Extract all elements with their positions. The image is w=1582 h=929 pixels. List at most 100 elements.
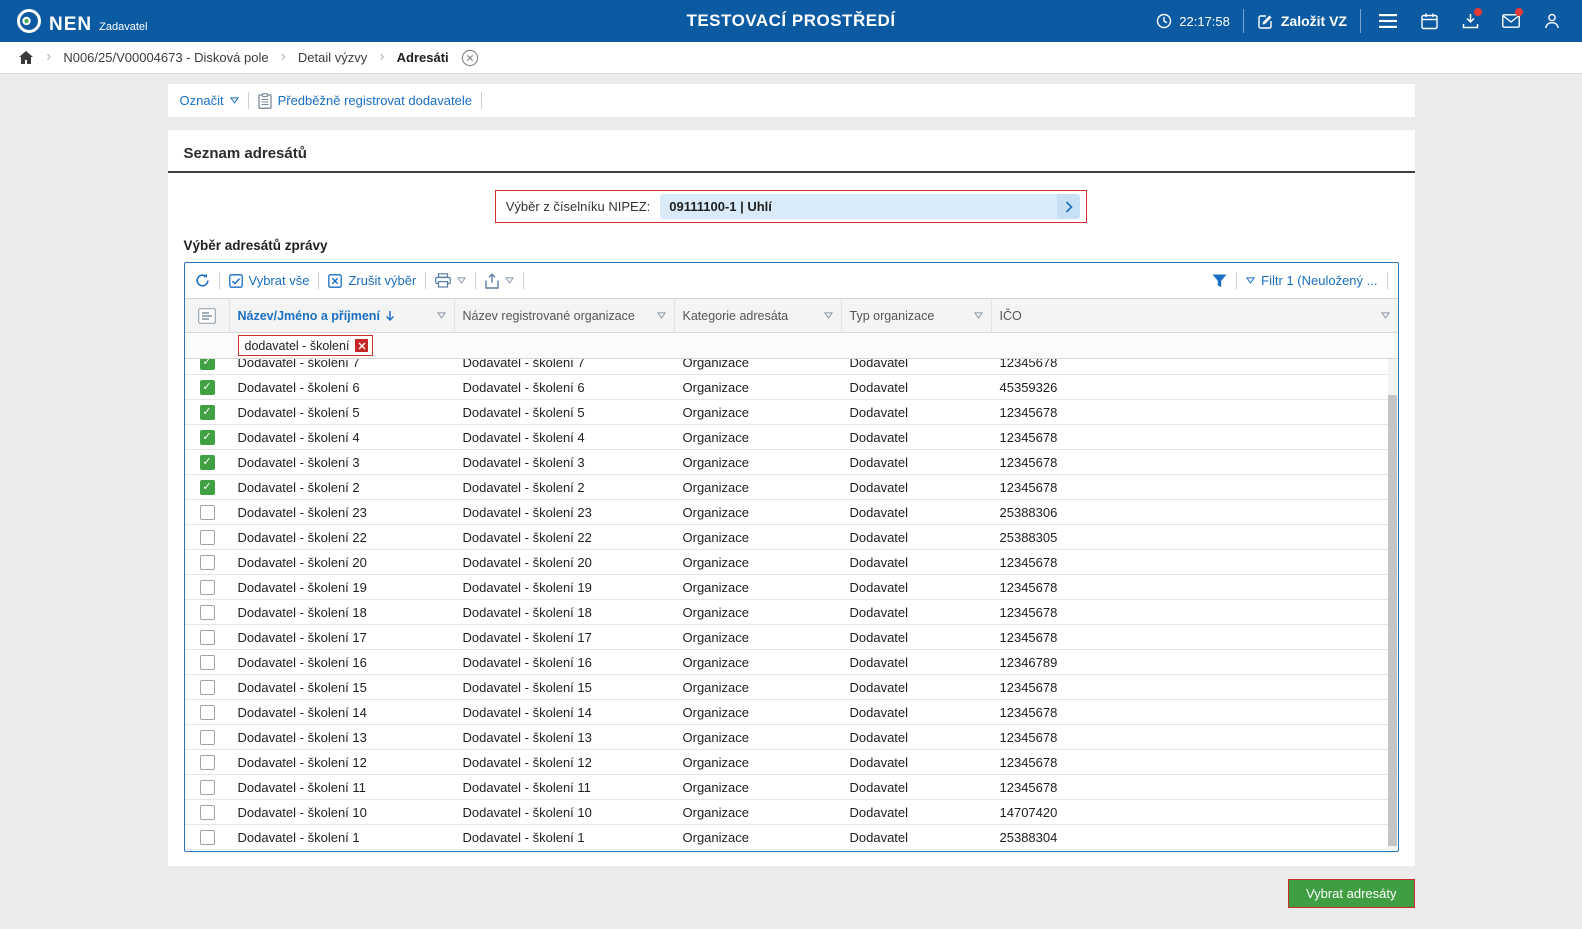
nipez-open-button[interactable] xyxy=(1057,194,1081,219)
cell-registered-org: Dodavatel - školení 12 xyxy=(462,754,592,770)
table-row[interactable]: Dodavatel - školení 3 Dodavatel - školen… xyxy=(184,450,1398,475)
breadcrumb-item-detail[interactable]: Detail výzvy xyxy=(298,50,367,65)
row-checkbox[interactable] xyxy=(199,729,215,745)
calendar-icon xyxy=(1420,13,1438,29)
table-row[interactable]: Dodavatel - školení 13 Dodavatel - škole… xyxy=(184,725,1398,750)
row-checkbox[interactable] xyxy=(199,679,215,695)
row-checkbox[interactable] xyxy=(199,454,215,470)
column-filter-button[interactable] xyxy=(1380,312,1390,319)
filter-button[interactable] xyxy=(1212,274,1227,288)
column-header-category[interactable]: Kategorie adresáta xyxy=(675,299,842,332)
column-header-name[interactable]: Název/Jméno a příjmení xyxy=(230,299,455,332)
clear-selection-label: Zrušit výběr xyxy=(348,273,417,288)
refresh-button[interactable] xyxy=(195,273,210,288)
breadcrumb-item-contract[interactable]: N006/25/V00004673 - Disková pole xyxy=(63,50,268,65)
sort-desc-icon xyxy=(385,310,394,321)
table-row[interactable]: Dodavatel - školení 15 Dodavatel - škole… xyxy=(184,675,1398,700)
row-checkbox[interactable] xyxy=(199,379,215,395)
preregister-suppliers-button[interactable]: Předběžně registrovat dodavatele xyxy=(257,92,472,109)
table-row[interactable]: Dodavatel - školení 4 Dodavatel - školen… xyxy=(184,425,1398,450)
row-checkbox[interactable] xyxy=(199,504,215,520)
breadcrumb-item-adresati[interactable]: Adresáti xyxy=(397,50,449,65)
profile-button[interactable] xyxy=(1538,7,1566,35)
close-tab-button[interactable] xyxy=(461,49,479,67)
edit-icon xyxy=(1258,14,1272,29)
row-checkbox[interactable] xyxy=(199,804,215,820)
main-panel: Seznam adresátů Výběr z číselníku NIPEZ:… xyxy=(167,130,1415,866)
nen-logo[interactable]: NEN Zadavatel xyxy=(16,8,147,34)
table-row[interactable]: Dodavatel - školení 10 Dodavatel - škole… xyxy=(184,800,1398,825)
vertical-scrollbar[interactable] xyxy=(1387,359,1397,850)
mark-menu-button[interactable]: Označit xyxy=(180,93,239,108)
row-checkbox[interactable] xyxy=(199,629,215,645)
person-icon xyxy=(1545,13,1559,29)
table-row[interactable]: Dodavatel - školení 22 Dodavatel - škole… xyxy=(184,525,1398,550)
column-label: IČO xyxy=(999,308,1022,323)
row-checkbox[interactable] xyxy=(199,654,215,670)
selection-column-header[interactable] xyxy=(185,299,230,332)
nipez-input[interactable]: 09111100-1 | Uhlí xyxy=(660,194,1081,219)
cell-org-type: Dodavatel xyxy=(849,379,909,395)
row-checkbox[interactable] xyxy=(199,404,215,420)
row-checkbox[interactable] xyxy=(199,429,215,445)
table-row[interactable]: Dodavatel - školení 23 Dodavatel - škole… xyxy=(184,500,1398,525)
table-row[interactable]: Dodavatel - školení 17 Dodavatel - škole… xyxy=(184,625,1398,650)
cell-ico: 12345678 xyxy=(999,454,1058,470)
nipez-label: Výběr z číselníku NIPEZ: xyxy=(505,199,651,214)
row-checkbox[interactable] xyxy=(199,579,215,595)
table-row[interactable]: Dodavatel - školení 6 Dodavatel - školen… xyxy=(184,375,1398,400)
table-row[interactable]: Dodavatel - školení 20 Dodavatel - škole… xyxy=(184,550,1398,575)
select-all-button[interactable]: Vybrat vše xyxy=(228,273,309,288)
row-checkbox[interactable] xyxy=(199,829,215,845)
row-checkbox[interactable] xyxy=(199,754,215,770)
menu-button[interactable] xyxy=(1374,7,1402,35)
column-header-org[interactable]: Název registrované organizace xyxy=(455,299,675,332)
cell-ico: 12345678 xyxy=(999,779,1058,795)
table-row[interactable]: Dodavatel - školení 1 Dodavatel - školen… xyxy=(184,825,1398,850)
table-row[interactable]: Dodavatel - školení 19 Dodavatel - škole… xyxy=(184,575,1398,600)
name-filter-input[interactable]: dodavatel - školení xyxy=(237,335,374,356)
export-button[interactable] xyxy=(485,272,515,289)
table-row[interactable]: Dodavatel - školení 11 Dodavatel - škole… xyxy=(184,775,1398,800)
row-checkbox[interactable] xyxy=(199,529,215,545)
topbar: NEN Zadavatel TESTOVACÍ PROSTŘEDÍ 22:17:… xyxy=(0,0,1582,42)
create-vz-button[interactable]: Založit VZ xyxy=(1257,13,1347,30)
column-filter-button[interactable] xyxy=(656,312,666,319)
table-row[interactable]: Dodavatel - školení 7 Dodavatel - školen… xyxy=(184,359,1398,375)
row-checkbox[interactable] xyxy=(199,479,215,495)
cell-org-type: Dodavatel xyxy=(849,579,909,595)
nipez-value: 09111100-1 | Uhlí xyxy=(669,199,772,214)
table-row[interactable]: Dodavatel - školení 16 Dodavatel - škole… xyxy=(184,650,1398,675)
column-header-type[interactable]: Typ organizace xyxy=(842,299,992,332)
row-checkbox[interactable] xyxy=(199,359,215,370)
table-row[interactable]: Dodavatel - školení 18 Dodavatel - škole… xyxy=(184,600,1398,625)
cell-registered-org: Dodavatel - školení 23 xyxy=(462,504,592,520)
print-button[interactable] xyxy=(435,273,467,288)
filter-menu-button[interactable]: Filtr 1 (Neuložený ... xyxy=(1246,273,1378,288)
table-row[interactable]: Dodavatel - školení 14 Dodavatel - škole… xyxy=(184,700,1398,725)
table-row[interactable]: Dodavatel - školení 2 Dodavatel - školen… xyxy=(184,475,1398,500)
row-checkbox[interactable] xyxy=(199,604,215,620)
select-addressees-button[interactable]: Vybrat adresáty xyxy=(1287,879,1415,908)
home-button[interactable] xyxy=(18,50,34,65)
column-filter-button[interactable] xyxy=(436,312,446,319)
scrollbar-thumb[interactable] xyxy=(1387,395,1397,846)
calendar-button[interactable] xyxy=(1415,7,1443,35)
downloads-button[interactable] xyxy=(1456,7,1484,35)
row-checkbox[interactable] xyxy=(199,704,215,720)
chevron-right-icon xyxy=(1065,200,1073,213)
table-row[interactable]: Dodavatel - školení 5 Dodavatel - školen… xyxy=(184,400,1398,425)
column-filter-button[interactable] xyxy=(823,312,833,319)
row-checkbox[interactable] xyxy=(199,554,215,570)
remove-filter-button[interactable] xyxy=(355,339,369,352)
active-filter-label: Filtr 1 (Neuložený ... xyxy=(1261,273,1378,288)
cell-name: Dodavatel - školení 23 xyxy=(237,504,367,520)
messages-button[interactable] xyxy=(1497,7,1525,35)
table-row[interactable]: Dodavatel - školení 12 Dodavatel - škole… xyxy=(184,750,1398,775)
logo-subtitle: Zadavatel xyxy=(99,21,148,33)
column-filter-button[interactable] xyxy=(973,312,983,319)
clear-selection-button[interactable]: Zrušit výběr xyxy=(328,273,416,288)
column-header-ico[interactable]: IČO xyxy=(992,299,1398,332)
cell-org-type: Dodavatel xyxy=(849,804,909,820)
row-checkbox[interactable] xyxy=(199,779,215,795)
